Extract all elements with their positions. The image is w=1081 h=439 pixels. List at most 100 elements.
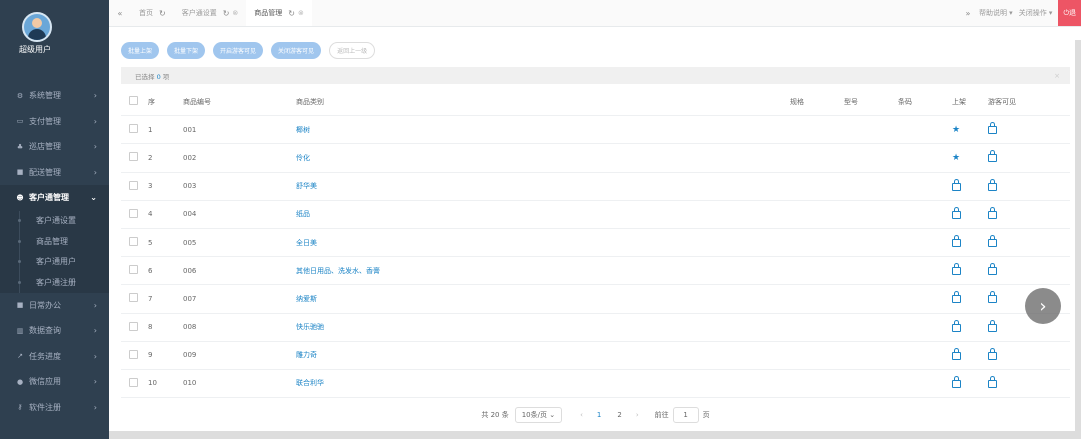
table-row[interactable]: 9 009 雕力奇 bbox=[121, 341, 1070, 370]
lock-icon[interactable] bbox=[952, 178, 961, 191]
table-row[interactable]: 3 003 舒华美 bbox=[121, 172, 1070, 201]
lock-icon[interactable] bbox=[988, 291, 997, 304]
column-header-model[interactable]: 型号 bbox=[844, 88, 898, 117]
row-checkbox[interactable] bbox=[129, 152, 138, 162]
next-page-icon[interactable]: › bbox=[636, 411, 639, 419]
help-menu[interactable]: 帮助说明 ▾ bbox=[979, 8, 1013, 18]
row-category-link[interactable]: 椰树 bbox=[296, 115, 790, 145]
close-icon[interactable]: × bbox=[1054, 72, 1060, 80]
lock-icon[interactable] bbox=[988, 150, 997, 163]
star-icon[interactable]: ★ bbox=[952, 153, 960, 163]
column-header-barcode[interactable]: 条码 bbox=[898, 88, 952, 117]
sidebar-item[interactable]: ☻ 客户通管理 ⌄ bbox=[0, 185, 109, 211]
avatar[interactable] bbox=[22, 12, 52, 42]
sidebar-item[interactable]: ■ 日常办公 › bbox=[0, 293, 109, 319]
sidebar-item[interactable]: ▥ 数据查询 › bbox=[0, 318, 109, 344]
select-all-checkbox[interactable] bbox=[129, 96, 138, 106]
row-checkbox[interactable] bbox=[129, 377, 138, 387]
table-row[interactable]: 10 010 联合利华 bbox=[121, 369, 1070, 399]
tab-scroll-left-icon[interactable]: « bbox=[109, 9, 131, 18]
row-category-link[interactable]: 伶化 bbox=[296, 143, 790, 173]
back-button[interactable]: 返回上一级 bbox=[329, 42, 376, 59]
tab[interactable]: 客户通设置 ↻ ⊗ bbox=[174, 0, 247, 26]
column-header-on-shelf[interactable]: 上架 bbox=[952, 88, 988, 117]
column-header-guest-visible[interactable]: 游客可见 bbox=[988, 88, 1070, 117]
row-category-link[interactable]: 雕力奇 bbox=[296, 341, 790, 370]
column-header-spec[interactable]: 规格 bbox=[790, 88, 844, 117]
sidebar-item[interactable]: ⚙ 系统管理 › bbox=[0, 83, 109, 109]
row-category-link[interactable]: 联合利华 bbox=[296, 369, 790, 399]
table-row[interactable]: 6 006 其他日用品、洗发水、香膏 bbox=[121, 256, 1070, 286]
lock-icon[interactable] bbox=[988, 178, 997, 191]
sidebar-subitem[interactable]: 商品管理 bbox=[0, 231, 109, 252]
sidebar-item[interactable]: ● 微信应用 › bbox=[0, 369, 109, 395]
lock-icon[interactable] bbox=[952, 319, 961, 332]
bulk-off-shelf-button[interactable]: 批量下架 bbox=[167, 42, 206, 59]
column-header-category[interactable]: 商品类别 bbox=[296, 88, 790, 117]
tab[interactable]: 商品管理 ↻ ⊗ bbox=[246, 0, 312, 26]
lock-icon[interactable] bbox=[988, 347, 997, 360]
row-checkbox[interactable] bbox=[129, 180, 138, 190]
enable-guest-visible-button[interactable]: 开启游客可见 bbox=[213, 42, 264, 59]
row-category-link[interactable]: 快乐驰驰 bbox=[296, 313, 790, 342]
row-checkbox[interactable] bbox=[129, 349, 138, 359]
lock-icon[interactable] bbox=[952, 375, 961, 388]
lock-icon[interactable] bbox=[988, 235, 997, 248]
table-row[interactable]: 7 007 纳爱斯 bbox=[121, 284, 1070, 314]
close-icon[interactable]: ⊗ bbox=[298, 9, 304, 17]
carousel-next-button[interactable]: › bbox=[1025, 288, 1061, 324]
close-operations-menu[interactable]: 关闭操作 ▾ bbox=[1019, 8, 1053, 18]
lock-icon[interactable] bbox=[952, 235, 961, 248]
row-checkbox[interactable] bbox=[129, 321, 138, 331]
close-icon[interactable]: ⊗ bbox=[232, 9, 238, 17]
table-row[interactable]: 5 005 全日美 bbox=[121, 228, 1070, 258]
lock-icon[interactable] bbox=[952, 291, 961, 304]
sidebar-subitem[interactable]: 客户通用户 bbox=[0, 252, 109, 273]
column-header-index[interactable]: 序 bbox=[148, 88, 183, 117]
row-category-link[interactable]: 舒华美 bbox=[296, 172, 790, 201]
row-checkbox[interactable] bbox=[129, 293, 138, 303]
sidebar-subitem[interactable]: 客户通注册 bbox=[0, 272, 109, 293]
refresh-icon[interactable]: ↻ bbox=[288, 9, 295, 18]
lock-icon[interactable] bbox=[952, 206, 961, 219]
tab-scroll-right-icon[interactable]: » bbox=[957, 9, 979, 18]
row-checkbox[interactable] bbox=[129, 265, 138, 275]
lock-icon[interactable] bbox=[988, 206, 997, 219]
sidebar-item[interactable]: ♣ 巡店管理 › bbox=[0, 134, 109, 160]
table-row[interactable]: 1 001 椰树 ★ bbox=[121, 115, 1070, 145]
lock-icon[interactable] bbox=[988, 122, 997, 135]
tab[interactable]: 首页 ↻ bbox=[131, 0, 174, 26]
goto-page-input[interactable]: 1 bbox=[672, 407, 699, 423]
lock-icon[interactable] bbox=[988, 263, 997, 276]
row-checkbox[interactable] bbox=[129, 237, 138, 247]
sidebar-subitem[interactable]: 客户通设置 bbox=[0, 211, 109, 232]
column-header-code[interactable]: 商品编号 bbox=[183, 88, 296, 117]
page-1-button[interactable]: 1 bbox=[597, 411, 601, 419]
username[interactable]: 超级用户 bbox=[19, 44, 51, 55]
table-row[interactable]: 2 002 伶化 ★ bbox=[121, 143, 1070, 173]
disable-guest-visible-button[interactable]: 关闭游客可见 bbox=[271, 42, 322, 59]
sidebar-item[interactable]: ■ 配送管理 › bbox=[0, 160, 109, 186]
row-category-link[interactable]: 纸品 bbox=[296, 200, 790, 229]
refresh-icon[interactable]: ↻ bbox=[159, 9, 166, 18]
lock-icon[interactable] bbox=[988, 319, 997, 332]
sidebar-item[interactable]: ↗ 任务进度 › bbox=[0, 344, 109, 370]
prev-page-icon[interactable]: ‹ bbox=[580, 411, 583, 419]
sidebar-item[interactable]: ▭ 支付管理 › bbox=[0, 109, 109, 135]
page-2-button[interactable]: 2 bbox=[617, 411, 621, 419]
lock-icon[interactable] bbox=[952, 347, 961, 360]
sidebar-item[interactable]: ⚷ 软件注册 › bbox=[0, 395, 109, 421]
refresh-icon[interactable]: ↻ bbox=[223, 9, 230, 18]
row-category-link[interactable]: 纳爱斯 bbox=[296, 284, 790, 314]
row-checkbox[interactable] bbox=[129, 124, 138, 134]
row-category-link[interactable]: 全日美 bbox=[296, 228, 790, 258]
page-size-select[interactable]: 10条/页 ⌄ bbox=[514, 407, 563, 423]
logout-button[interactable]: ⏻退 bbox=[1058, 0, 1081, 26]
table-row[interactable]: 8 008 快乐驰驰 bbox=[121, 313, 1070, 342]
row-category-link[interactable]: 其他日用品、洗发水、香膏 bbox=[296, 256, 790, 286]
bulk-on-shelf-button[interactable]: 批量上架 bbox=[121, 42, 160, 59]
lock-icon[interactable] bbox=[952, 263, 961, 276]
lock-icon[interactable] bbox=[988, 375, 997, 388]
row-checkbox[interactable] bbox=[129, 208, 138, 218]
star-icon[interactable]: ★ bbox=[952, 125, 960, 135]
